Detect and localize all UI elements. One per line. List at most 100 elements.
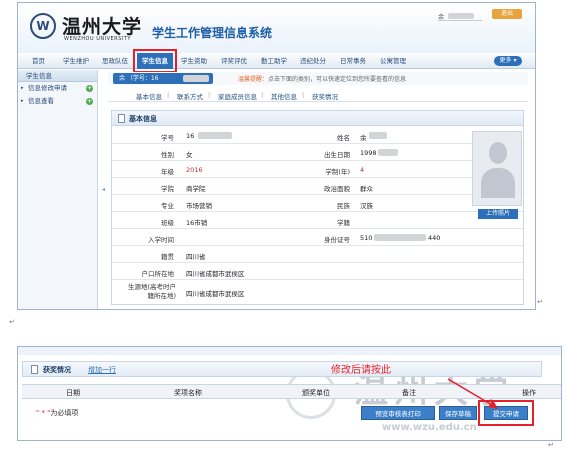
nav-home[interactable]: 首页 [32, 53, 45, 69]
main-nav: 首页 学生维护 思政队伍 学生信息 学生资助 评奖评优 勤工助学 违纪处分 日常… [18, 49, 535, 73]
info-row: 户口所在地 四川省成都市武侯区 [112, 263, 523, 280]
tab-awards[interactable]: 获奖情况 [312, 91, 338, 101]
paragraph-mark: ↵ [537, 298, 543, 306]
info-row: 学院 商学院 政治面貌 群众 [112, 178, 523, 195]
student-id-text: 余 （学号：16 [119, 75, 159, 82]
grade-value: 2016 [186, 166, 203, 174]
user-name: 余 [438, 14, 445, 21]
document-icon [118, 114, 125, 123]
info-row: 籍贯 四川省 [112, 246, 523, 263]
tab-contact[interactable]: 联系方式 [177, 91, 203, 101]
tab-other[interactable]: 其他信息 [271, 91, 297, 101]
awards-screenshot: 温州大学 www.wzu.edu.cn 获奖情况 增加一行 日期 奖项名称 颁奖… [17, 346, 562, 441]
upload-photo-button[interactable]: 上传照片 [478, 209, 518, 219]
nav-awards[interactable]: 评奖评优 [221, 53, 247, 69]
header: W 温州大学 WENZHOU UNIVERSITY 学生工作管理信息系统 余 退… [18, 3, 535, 53]
id-card-label: 身份证号 [324, 236, 350, 244]
tip-message: 点击下面的类别，可以快速定位到您所要查看的信息 [268, 76, 407, 83]
native-place-value: 四川省 [186, 253, 206, 261]
class-value: 16市销 [186, 219, 208, 227]
student-photo [472, 131, 522, 206]
tab-separator: | [302, 91, 305, 99]
info-row: 性别 女 出生日期 1998 [112, 144, 523, 161]
sidebar: 学生信息 ▸ 信息修改申请 + ▸ 信息查看 + [18, 70, 98, 309]
nav-discipline[interactable]: 违纪处分 [300, 53, 326, 69]
politics-value: 群众 [360, 185, 373, 193]
sidebar-item-view-info[interactable]: ▸ 信息查看 + [18, 95, 97, 108]
nav-daily-affairs[interactable]: 日常事务 [340, 53, 366, 69]
more-button[interactable]: 更多 ▾ [494, 56, 522, 66]
ethnicity-value: 汉族 [360, 202, 373, 210]
politics-label: 政治面貌 [324, 185, 350, 193]
chevron-down-icon: ▾ [511, 57, 517, 64]
origin-value: 四川省成都市武侯区 [186, 290, 245, 298]
nav-student-info[interactable]: 学生信息 [133, 49, 177, 73]
grade-label: 年级 [161, 168, 174, 176]
info-row: 入学时间 身份证号 510 440 [112, 229, 523, 246]
plus-icon[interactable]: + [86, 98, 93, 105]
paragraph-mark: ↵ [548, 441, 554, 449]
basic-info-card: 基本信息 学号 16 姓名 余 性别 女 出生日期 1998 年级 2016 学… [111, 110, 524, 305]
triangle-right-icon: ▸ [21, 98, 24, 104]
avatar-head [489, 142, 507, 164]
name-label: 姓名 [337, 134, 350, 142]
tip-text: 温馨提醒：点击下面的类别，可以快速定位到您所要查看的信息 [238, 74, 406, 83]
hukou-label: 户口所在地 [141, 270, 175, 278]
plus-icon[interactable]: + [86, 85, 93, 92]
logout-button[interactable]: 退出 [492, 9, 522, 19]
info-row: 班级 16市销 学籍 [112, 212, 523, 229]
id-card-value-prefix: 510 [360, 234, 373, 242]
college-label: 学院 [161, 185, 174, 193]
tab-separator: | [167, 91, 170, 99]
major-label: 专业 [161, 202, 174, 210]
collapse-sidebar-icon[interactable]: ◂ [102, 186, 105, 193]
info-row: 生源地(高考时户籍所在地) 四川省成都市武侯区 [112, 280, 523, 304]
nav-financial-aid[interactable]: 学生资助 [181, 53, 207, 69]
sidebar-title: 学生信息 [18, 70, 97, 82]
avatar-body [481, 168, 515, 198]
info-row: 专业 市场营销 民族 汉族 [112, 195, 523, 212]
annotation-arrow-icon [447, 378, 498, 409]
ethnicity-label: 民族 [337, 202, 350, 210]
nav-student-maintenance[interactable]: 学生维护 [63, 53, 89, 69]
blurred-user-info [448, 13, 474, 19]
native-place-label: 籍贯 [161, 253, 174, 261]
blurred-value [378, 149, 398, 156]
nav-counselor-team[interactable]: 思政队伍 [102, 53, 128, 69]
more-label: 更多 [499, 57, 512, 64]
student-id-value: 16 [186, 132, 195, 140]
college-value: 商学院 [186, 185, 206, 193]
gender-value: 女 [186, 151, 193, 159]
nav-work-study[interactable]: 勤工助学 [261, 53, 287, 69]
major-value: 市场营销 [186, 202, 212, 210]
university-logo: W [30, 13, 56, 39]
origin-label: 生源地(高考时户籍所在地) [127, 283, 176, 300]
tab-separator: | [261, 91, 264, 99]
id-card-value-suffix: 440 [428, 234, 441, 242]
nav-dormitory[interactable]: 公寓管理 [380, 53, 406, 69]
info-row: 年级 2016 学制(年) 4 [112, 161, 523, 178]
main-content: 余 （学号：16 温馨提醒：点击下面的类别，可以快速定位到您所要查看的信息 基本… [108, 72, 528, 308]
student-id-pill: 余 （学号：16 [113, 73, 213, 84]
tab-basic-info[interactable]: 基本信息 [136, 91, 162, 101]
tab-family[interactable]: 家庭成员信息 [218, 91, 257, 101]
current-user: 余 [438, 12, 482, 21]
tab-separator: | [208, 91, 211, 99]
paragraph-mark: ↵ [9, 318, 15, 326]
name-value: 余 [360, 134, 367, 142]
section-tabs: 基本信息 | 联系方式 | 家庭成员信息 | 其他信息 | 获奖情况 [108, 88, 528, 102]
university-name-en: WENZHOU UNIVERSITY [64, 36, 131, 42]
sidebar-item-modify-request[interactable]: ▸ 信息修改申请 + [18, 82, 97, 95]
info-row: 学号 16 姓名 余 [112, 127, 523, 144]
gender-label: 性别 [161, 151, 174, 159]
blurred-value [198, 132, 232, 139]
years-label: 学制(年) [325, 168, 350, 176]
triangle-right-icon: ▸ [21, 85, 24, 91]
enroll-date-label: 入学时间 [148, 236, 174, 244]
birth-value: 1998 [360, 149, 377, 157]
card-title: 基本信息 [129, 115, 157, 123]
system-title: 学生工作管理信息系统 [152, 26, 273, 40]
birth-label: 出生日期 [324, 151, 350, 159]
years-value: 4 [360, 166, 365, 174]
student-info-screenshot: W 温州大学 WENZHOU UNIVERSITY 学生工作管理信息系统 余 退… [17, 2, 536, 310]
